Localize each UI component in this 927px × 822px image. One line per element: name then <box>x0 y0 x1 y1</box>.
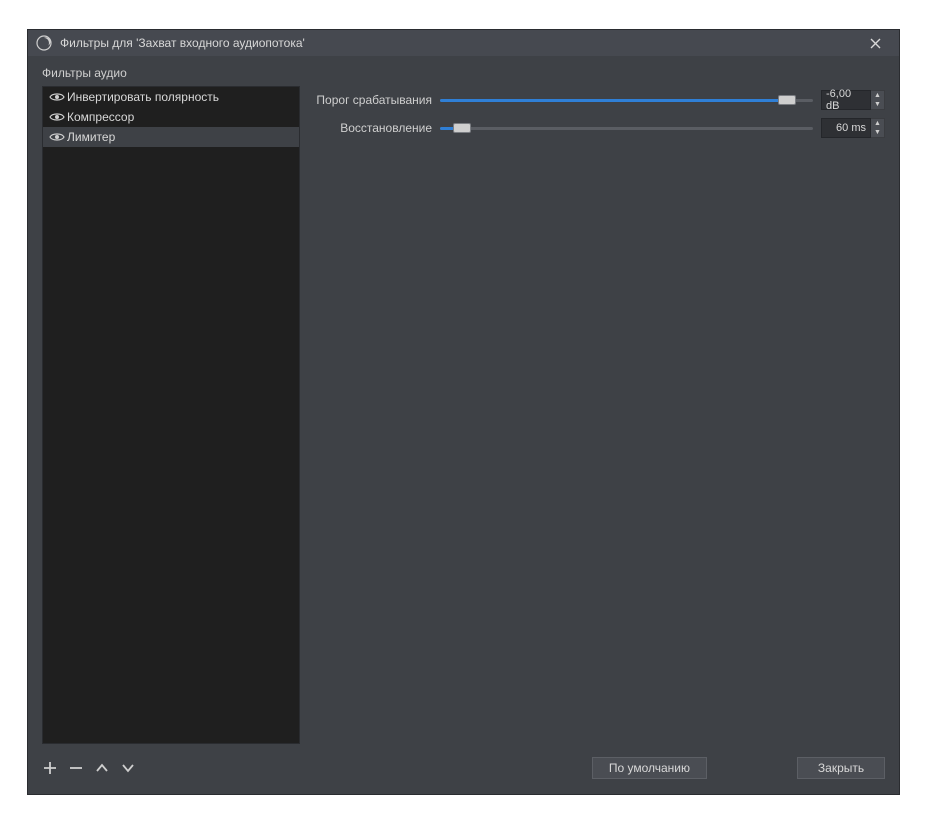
threshold-label: Порог срабатывания <box>314 93 432 107</box>
property-threshold: Порог срабатывания -6,00 dB ▲ ▼ <box>314 86 885 114</box>
eye-icon <box>49 112 65 122</box>
release-stepper[interactable]: ▲ ▼ <box>871 118 885 138</box>
obs-app-icon <box>36 35 52 51</box>
chevron-up-icon <box>95 763 109 773</box>
add-filter-button[interactable] <box>42 758 58 778</box>
release-slider[interactable] <box>440 120 813 136</box>
slider-thumb[interactable] <box>453 123 471 133</box>
visibility-toggle[interactable] <box>49 92 67 102</box>
stepper-down-icon[interactable]: ▼ <box>871 128 884 137</box>
filter-item-invert-polarity[interactable]: Инвертировать полярность <box>43 87 299 107</box>
threshold-slider[interactable] <box>440 92 813 108</box>
filter-item-limiter[interactable]: Лимитер <box>43 127 299 147</box>
eye-icon <box>49 92 65 102</box>
filter-item-label: Компрессор <box>67 110 134 124</box>
threshold-stepper[interactable]: ▲ ▼ <box>871 90 885 110</box>
filter-list[interactable]: Инвертировать полярность Компрессор <box>42 86 300 744</box>
threshold-spinbox[interactable]: -6,00 dB ▲ ▼ <box>821 90 885 110</box>
slider-fill <box>440 99 787 102</box>
dialog-footer: По умолчанию Закрыть <box>42 754 885 782</box>
filter-list-toolbar <box>42 758 136 778</box>
filter-item-label: Инвертировать полярность <box>67 90 219 104</box>
columns: Фильтры аудио Инвертировать полярность <box>42 66 885 744</box>
filters-pane: Фильтры аудио Инвертировать полярность <box>42 66 300 744</box>
minus-icon <box>69 761 83 775</box>
move-filter-down-button[interactable] <box>120 758 136 778</box>
close-icon <box>870 38 881 49</box>
window-title: Фильтры для 'Захват входного аудиопотока… <box>60 36 857 50</box>
chevron-down-icon <box>121 763 135 773</box>
window-close-button[interactable] <box>857 30 893 56</box>
plus-icon <box>43 761 57 775</box>
visibility-toggle[interactable] <box>49 132 67 142</box>
release-value[interactable]: 60 ms <box>821 118 871 138</box>
filter-properties-pane: Порог срабатывания -6,00 dB ▲ ▼ <box>314 66 885 744</box>
release-spinbox[interactable]: 60 ms ▲ ▼ <box>821 118 885 138</box>
filters-dialog: Фильтры для 'Захват входного аудиопотока… <box>27 29 900 795</box>
remove-filter-button[interactable] <box>68 758 84 778</box>
title-bar: Фильтры для 'Захват входного аудиопотока… <box>28 30 899 56</box>
release-label: Восстановление <box>314 121 432 135</box>
defaults-button[interactable]: По умолчанию <box>592 757 707 779</box>
slider-thumb[interactable] <box>778 95 796 105</box>
eye-icon <box>49 132 65 142</box>
dialog-body: Фильтры аудио Инвертировать полярность <box>28 56 899 794</box>
property-release: Восстановление 60 ms ▲ ▼ <box>314 114 885 142</box>
threshold-value[interactable]: -6,00 dB <box>821 90 871 110</box>
stepper-down-icon[interactable]: ▼ <box>871 100 884 109</box>
slider-track <box>440 127 813 130</box>
filter-item-compressor[interactable]: Компрессор <box>43 107 299 127</box>
close-button[interactable]: Закрыть <box>797 757 885 779</box>
move-filter-up-button[interactable] <box>94 758 110 778</box>
filter-item-label: Лимитер <box>67 130 115 144</box>
filters-section-label: Фильтры аудио <box>42 66 300 80</box>
visibility-toggle[interactable] <box>49 112 67 122</box>
stepper-up-icon[interactable]: ▲ <box>871 91 884 100</box>
stepper-up-icon[interactable]: ▲ <box>871 119 884 128</box>
